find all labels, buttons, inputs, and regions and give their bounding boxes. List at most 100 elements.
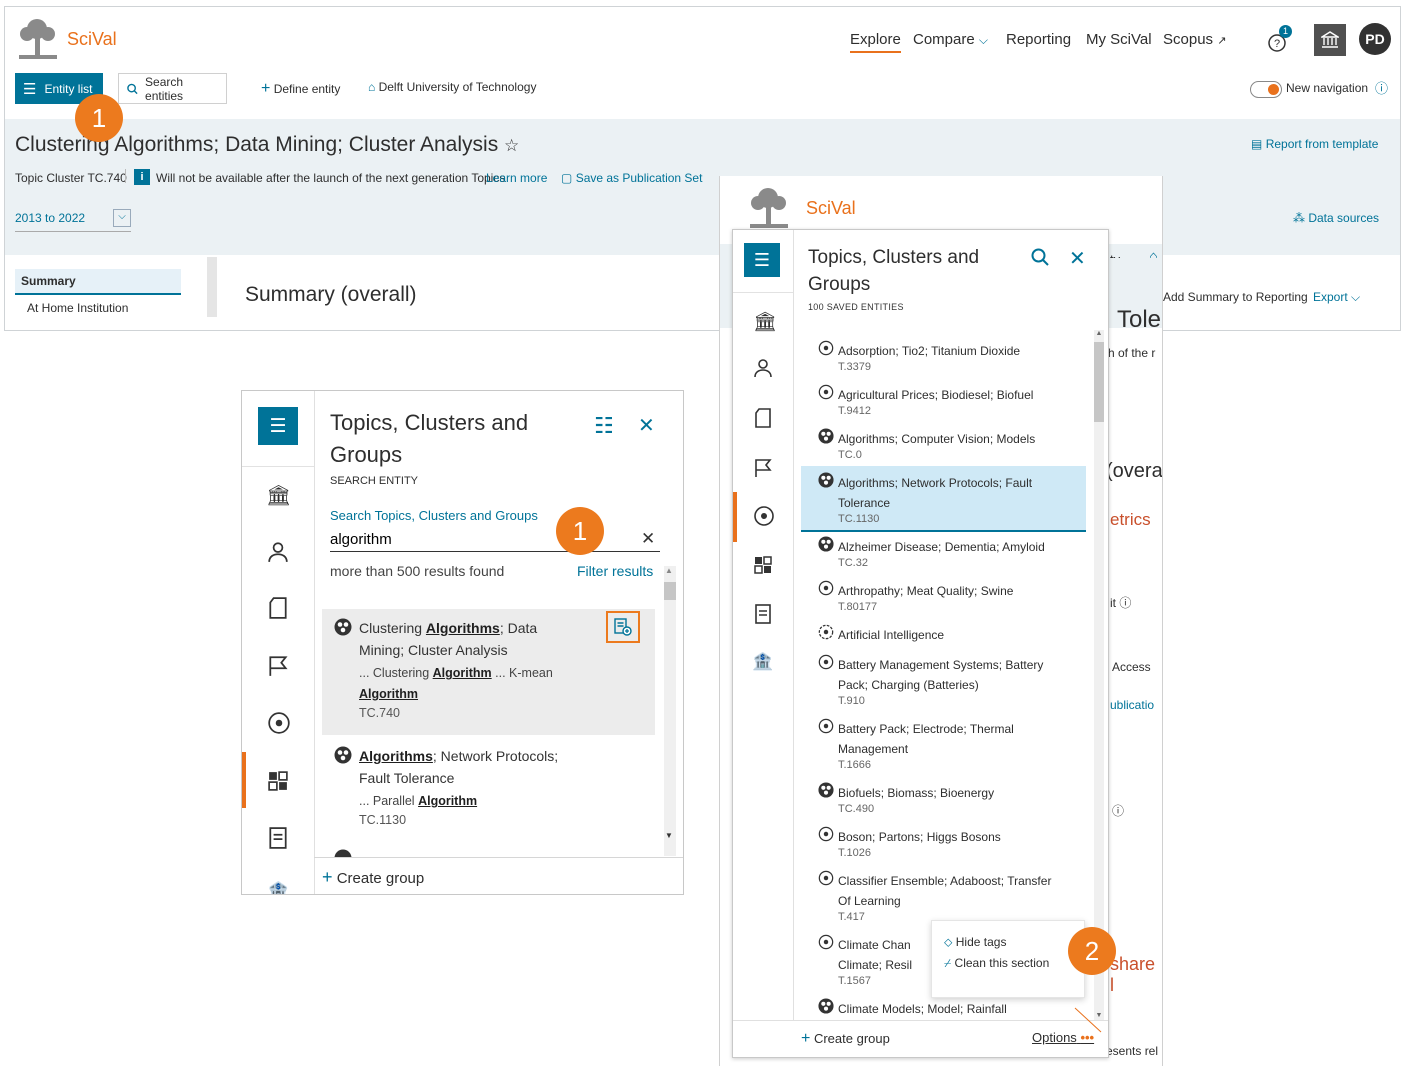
help-button[interactable]: ? 1: [1267, 25, 1293, 53]
saved-entity-item[interactable]: Agricultural Prices; Biodiesel; Biofuel T…: [801, 378, 1086, 422]
search-icon[interactable]: [1031, 248, 1049, 271]
search-result-item-partial[interactable]: [334, 849, 354, 857]
nav-scopus[interactable]: Scopus ↗: [1163, 31, 1226, 48]
info-icon[interactable]: ⓘ: [1375, 78, 1388, 97]
close-icon[interactable]: ✕: [1069, 246, 1086, 271]
institution-icon[interactable]: 🏛: [266, 483, 291, 508]
topic-icon[interactable]: [267, 711, 291, 740]
sidebar-item-home-institution[interactable]: At Home Institution: [27, 301, 128, 315]
define-entity-link[interactable]: + Define entity: [261, 80, 340, 98]
date-range-select[interactable]: 2013 to 2022 ⌵: [15, 209, 131, 232]
flag-icon[interactable]: [268, 655, 288, 682]
add-summary-to-reporting[interactable]: Add Summary to Reporting: [1163, 290, 1308, 304]
person-icon[interactable]: [267, 541, 289, 568]
entity-type-icon: [818, 624, 834, 645]
nav-explore[interactable]: Explore: [850, 31, 901, 53]
grid-icon[interactable]: [754, 556, 772, 579]
institution-button[interactable]: [1314, 24, 1346, 56]
clear-icon[interactable]: ✕: [641, 529, 655, 549]
group-icon: [818, 624, 834, 640]
scrollbar-thumb[interactable]: [664, 582, 676, 600]
new-navigation-toggle[interactable]: [1250, 81, 1282, 98]
saved-entity-item[interactable]: Adsorption; Tio2; Titanium Dioxide T.3379: [801, 334, 1086, 378]
saved-entity-item[interactable]: Biofuels; Biomass; Bioenergy TC.490: [801, 776, 1086, 820]
search-entities-button[interactable]: Search entities: [118, 73, 227, 104]
saved-entity-item[interactable]: Battery Management Systems; Battery Pack;…: [801, 648, 1086, 712]
close-icon[interactable]: ✕: [638, 413, 655, 438]
nav-reporting[interactable]: Reporting: [1006, 31, 1071, 48]
export-dropdown[interactable]: Export ⌵: [1313, 290, 1360, 305]
list-scrollbar[interactable]: ▲ ▼: [1094, 330, 1104, 1020]
list-view-icon[interactable]: ☷: [594, 413, 614, 439]
entity-type-icon: [818, 654, 834, 675]
create-group-button[interactable]: + Create group: [322, 867, 424, 888]
funding-icon[interactable]: 🏦: [752, 652, 773, 672]
saved-entity-item[interactable]: Battery Pack; Electrode; Thermal Manageme…: [801, 712, 1086, 776]
saved-entity-item[interactable]: Alzheimer Disease; Dementia; Amyloid TC.3…: [801, 530, 1086, 574]
result-snippet: ... Parallel Algorithm: [359, 791, 619, 812]
funding-icon[interactable]: 🏦: [267, 881, 289, 894]
person-icon[interactable]: [753, 358, 773, 383]
search-input[interactable]: [330, 527, 660, 552]
scrollbar-thumb[interactable]: [1094, 342, 1104, 422]
entity-name: Classifier Ensemble; Adaboost; Transfer O…: [838, 871, 1051, 911]
filter-results-link[interactable]: Filter results: [577, 563, 653, 579]
institution-icon[interactable]: 🏛: [753, 310, 777, 334]
saved-entity-item[interactable]: Algorithms; Computer Vision; Models TC.0: [801, 422, 1086, 466]
saved-entity-item[interactable]: Arthropathy; Meat Quality; Swine T.80177: [801, 574, 1086, 618]
saved-entity-item[interactable]: Algorithms; Network Protocols; Fault Tole…: [801, 466, 1086, 532]
scival-topic-page: SciVal Explore Compare ⌵ Reporting My Sc…: [4, 6, 1401, 331]
report-icon[interactable]: [754, 604, 772, 629]
data-sources-label: Data sources: [1308, 211, 1380, 225]
divider: [314, 857, 683, 858]
search-result-item[interactable]: Clustering Algorithms; Data Mining; Clust…: [322, 609, 655, 735]
star-icon[interactable]: ☆: [504, 136, 519, 155]
entity-name: Artificial Intelligence: [838, 625, 944, 645]
report-from-template-link[interactable]: ▤ Report from template: [1251, 137, 1378, 151]
create-group-button[interactable]: + Create group: [801, 1030, 890, 1048]
save-publication-set-link[interactable]: ▢ Save as Publication Set: [561, 171, 702, 185]
grid-icon[interactable]: [268, 771, 288, 796]
saved-entity-item[interactable]: Boson; Partons; Higgs Bosons T.1026: [801, 820, 1086, 864]
fragment-access: Access: [1112, 660, 1151, 674]
entity-id: T.910: [838, 695, 865, 707]
nav-my-scival[interactable]: My SciVal: [1086, 31, 1152, 48]
menu-button[interactable]: ☰: [258, 407, 298, 445]
result-title-line2: Fault Tolerance: [359, 770, 455, 786]
topic-icon[interactable]: [753, 505, 775, 532]
entity-type-icon: [818, 870, 834, 891]
user-avatar[interactable]: PD: [1359, 23, 1391, 55]
active-indicator: [733, 492, 737, 542]
topic-icon: [818, 340, 834, 356]
institution-link[interactable]: ⌂ Delft University of Technology: [368, 80, 536, 94]
entity-name-line1: Algorithms; Computer Vision; Models: [838, 432, 1036, 446]
entity-name: Boson; Partons; Higgs Bosons: [838, 827, 1001, 847]
flag-icon[interactable]: [754, 458, 772, 483]
saved-entity-list: Adsorption; Tio2; Titanium Dioxide T.3379…: [801, 330, 1086, 1020]
results-scrollbar[interactable]: ▲ ▼: [664, 566, 676, 856]
clean-section-item[interactable]: ⌿ Clean this section: [944, 956, 1049, 971]
sidebar-scrollbar[interactable]: [207, 257, 217, 317]
entity-name-line1: Algorithms; Network Protocols; Fault: [838, 476, 1033, 490]
nav-compare[interactable]: Compare ⌵: [913, 31, 988, 48]
entity-type-icon: [818, 782, 834, 803]
menu-button[interactable]: ☰: [744, 243, 780, 277]
saved-entity-item[interactable]: Artificial Intelligence: [801, 618, 1086, 648]
hamburger-icon: ☰: [753, 249, 771, 270]
report-icon[interactable]: [268, 827, 288, 854]
fragment-text: h of the r: [1108, 346, 1156, 360]
document-icon[interactable]: [268, 597, 288, 624]
cluster-icon: [818, 428, 834, 444]
data-sources-link[interactable]: ⁂ Data sources: [1293, 211, 1379, 225]
callout-pointer: [1074, 1007, 1102, 1033]
document-icon[interactable]: [754, 408, 772, 433]
sidebar-item-summary[interactable]: Summary: [15, 269, 181, 295]
hide-tags-item[interactable]: ⬦ Hide tags: [944, 935, 1006, 950]
save-entity-button[interactable]: [606, 611, 640, 643]
define-entity-label: Define entity: [273, 82, 341, 96]
topic-icon: [818, 934, 834, 950]
learn-more-link[interactable]: Learn more: [486, 171, 547, 185]
search-result-item[interactable]: Algorithms; Network Protocols; Fault Tole…: [322, 737, 655, 857]
saved-entity-item[interactable]: Classifier Ensemble; Adaboost; Transfer O…: [801, 864, 1086, 928]
scival-brand[interactable]: SciVal: [67, 29, 117, 50]
